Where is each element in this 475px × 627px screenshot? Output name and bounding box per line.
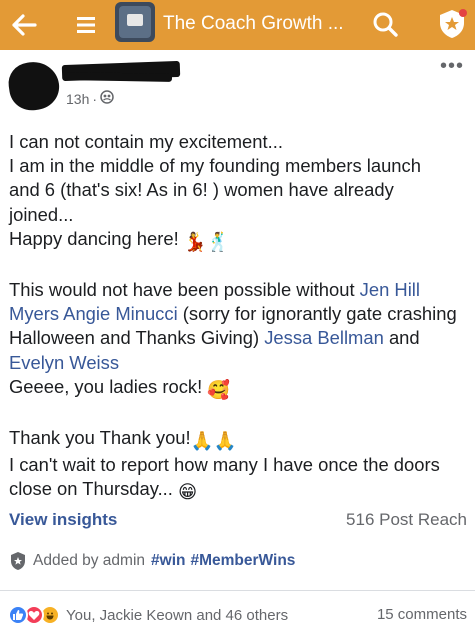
more-options-button[interactable]: •••: [440, 56, 464, 78]
hashtag-link[interactable]: #win: [151, 552, 185, 570]
comments-count-link[interactable]: 15 comments: [377, 606, 467, 623]
man-dancing-emoji: 🕺: [206, 230, 230, 252]
mention-link[interactable]: Jessa Bellman: [264, 327, 384, 348]
group-members-icon: [100, 90, 114, 108]
time-text: 13h: [66, 91, 90, 107]
reactions-text: You, Jackie Keown and 46 others: [66, 606, 289, 624]
added-by-row: Added by admin #win #MemberWins: [9, 550, 300, 572]
body-paragraph: This would not have been possible withou…: [9, 278, 467, 375]
author-avatar[interactable]: [5, 58, 63, 114]
post-timestamp[interactable]: 13h ·: [66, 90, 114, 108]
admin-shield-icon[interactable]: [434, 5, 470, 43]
group-avatar[interactable]: [115, 2, 155, 42]
body-text: I can't wait to report how many I have o…: [9, 454, 440, 500]
mention-link[interactable]: Angie Minucci: [63, 303, 177, 324]
admin-badge-icon: [9, 551, 27, 571]
body-line: joined...: [9, 203, 74, 225]
grin-emoji: 😁: [178, 481, 198, 503]
divider: [0, 590, 475, 591]
reactions-summary[interactable]: You, Jackie Keown and 46 others: [8, 604, 288, 626]
top-bar: The Coach Growth ...: [0, 0, 475, 50]
dancer-emoji: 💃: [183, 230, 207, 252]
separator: ·: [92, 91, 98, 107]
body-text: Happy dancing here!: [9, 227, 179, 249]
pray-emoji: 🙏: [213, 430, 237, 452]
search-icon[interactable]: [368, 7, 402, 41]
body-line: Happy dancing here! 💃🕺: [9, 227, 467, 254]
body-line: I can not contain my excitement...: [9, 131, 283, 152]
like-reaction-icon: [8, 605, 28, 625]
hamburger-icon[interactable]: [68, 7, 104, 43]
arrow-left-icon[interactable]: [6, 7, 42, 43]
body-text: and: [383, 327, 420, 349]
author-name-redacted-tail: [63, 72, 173, 82]
body-line: I am in the middle of my founding member…: [9, 155, 421, 177]
post-body: I can not contain my excitement... I am …: [9, 130, 467, 505]
body-text: Geeee, you ladies rock!: [9, 375, 203, 397]
pray-emoji: 🙏: [190, 430, 214, 452]
smiling-hearts-emoji: 🥰: [207, 378, 231, 400]
body-text: Thank you Thank you!: [9, 427, 191, 449]
post-reach-count: 516 Post Reach: [346, 510, 467, 529]
view-insights-link[interactable]: View insights: [9, 509, 117, 531]
body-text: This would not have been possible withou…: [9, 279, 360, 301]
added-by-text: Added by admin: [33, 552, 146, 569]
body-line: I can't wait to report how many I have o…: [9, 453, 467, 504]
body-line: Geeee, you ladies rock! 🥰: [9, 375, 467, 402]
body-line: and 6 (that's six! As in 6! ) women have…: [9, 179, 394, 201]
group-title[interactable]: The Coach Growth ...: [163, 9, 358, 39]
hashtag-link[interactable]: #MemberWins: [190, 552, 295, 570]
body-line: Thank you Thank you!🙏🙏: [9, 426, 467, 453]
mention-link[interactable]: Evelyn Weiss: [9, 352, 119, 373]
